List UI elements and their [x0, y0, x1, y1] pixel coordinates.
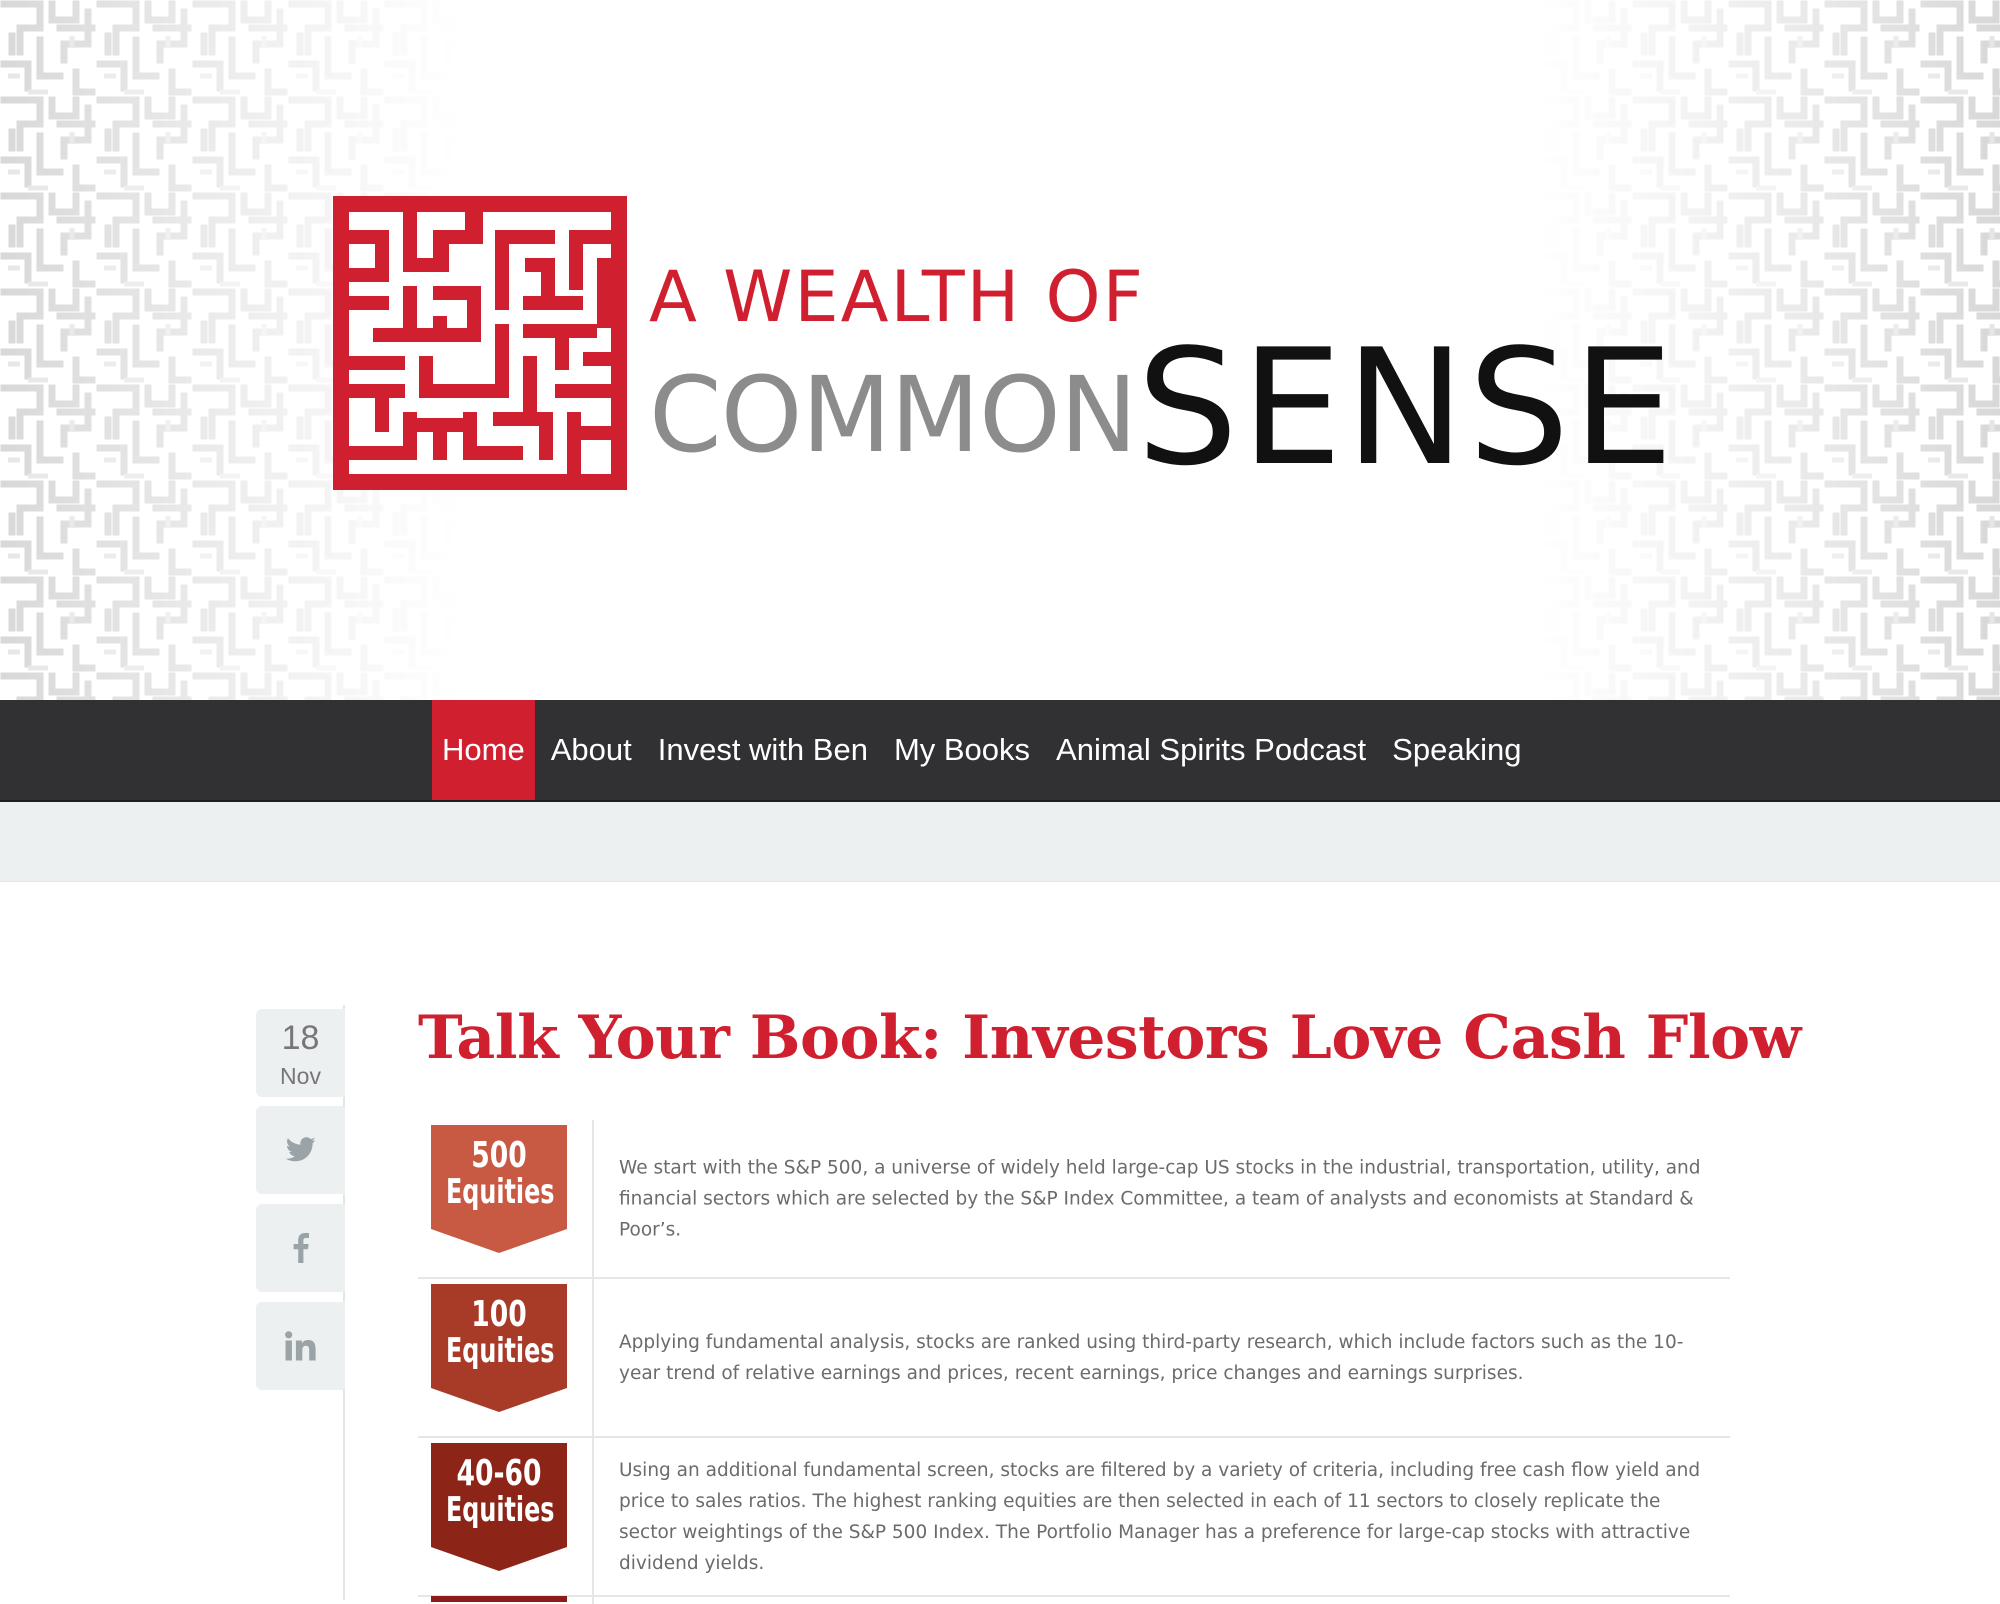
step-badge: 500 Equities	[431, 1125, 567, 1253]
nav-item-invest-with-ben[interactable]: Invest with Ben	[648, 700, 878, 800]
nav-menu: Home About Invest with Ben My Books Anim…	[432, 700, 1537, 800]
step-description: Applying fundamental analysis, stocks ar…	[619, 1331, 1684, 1384]
logo-wordmark: COMMONSENSE	[649, 316, 1677, 488]
share-facebook-button[interactable]	[256, 1204, 345, 1292]
next-step-badge-partial	[431, 1596, 567, 1602]
strategy-step: 500 Equities We start with the S&P 500, …	[418, 1120, 1730, 1279]
logo-word-common: COMMON	[649, 354, 1138, 476]
badge-number: 500	[471, 1135, 527, 1176]
badge-label: Equities	[445, 1330, 555, 1371]
logo-word-sense: SENSE	[1136, 314, 1677, 501]
badge-number: 100	[471, 1294, 527, 1335]
post-date-month: Nov	[280, 1063, 321, 1089]
post-date: 18 Nov	[256, 1009, 345, 1097]
main-nav: Home About Invest with Ben My Books Anim…	[0, 700, 2000, 802]
site-logo[interactable]: A WEALTH OF COMMONSENSE	[333, 196, 1674, 490]
nav-item-about[interactable]: About	[541, 700, 642, 800]
nav-item-my-books[interactable]: My Books	[884, 700, 1040, 800]
step-description: We start with the S&P 500, a universe of…	[619, 1157, 1701, 1240]
step-badge: 40-60 Equities	[431, 1443, 567, 1571]
share-linkedin-button[interactable]	[256, 1302, 345, 1390]
twitter-icon	[285, 1137, 316, 1162]
step-badge: 100 Equities	[431, 1284, 567, 1412]
step-divider	[592, 1438, 594, 1595]
badge-label: Equities	[445, 1489, 555, 1530]
badge-number: 40-60	[456, 1453, 542, 1494]
strategy-step: 100 Equities Applying fundamental analys…	[418, 1279, 1730, 1438]
linkedin-icon	[284, 1331, 316, 1361]
step-divider	[592, 1279, 594, 1436]
post-date-day: 18	[281, 1019, 320, 1057]
maze-icon	[333, 196, 627, 490]
site-header: A WEALTH OF COMMONSENSE	[0, 0, 2000, 700]
share-twitter-button[interactable]	[256, 1106, 345, 1194]
strategy-step: 40-60 Equities Using an additional funda…	[418, 1438, 1730, 1597]
post-title[interactable]: Talk Your Book: Investors Love Cash Flow	[418, 1003, 1801, 1073]
nav-item-home[interactable]: Home	[432, 700, 535, 800]
facebook-icon	[293, 1233, 309, 1263]
step-divider	[592, 1120, 594, 1277]
badge-label: Equities	[445, 1171, 555, 1212]
strategy-steps: 500 Equities We start with the S&P 500, …	[418, 1120, 1730, 1604]
step-divider	[592, 1594, 594, 1604]
nav-item-speaking[interactable]: Speaking	[1382, 700, 1531, 800]
nav-item-animal-spirits-podcast[interactable]: Animal Spirits Podcast	[1046, 700, 1376, 800]
subnav-band	[0, 802, 2000, 882]
step-description: Using an additional fundamental screen, …	[619, 1459, 1701, 1574]
